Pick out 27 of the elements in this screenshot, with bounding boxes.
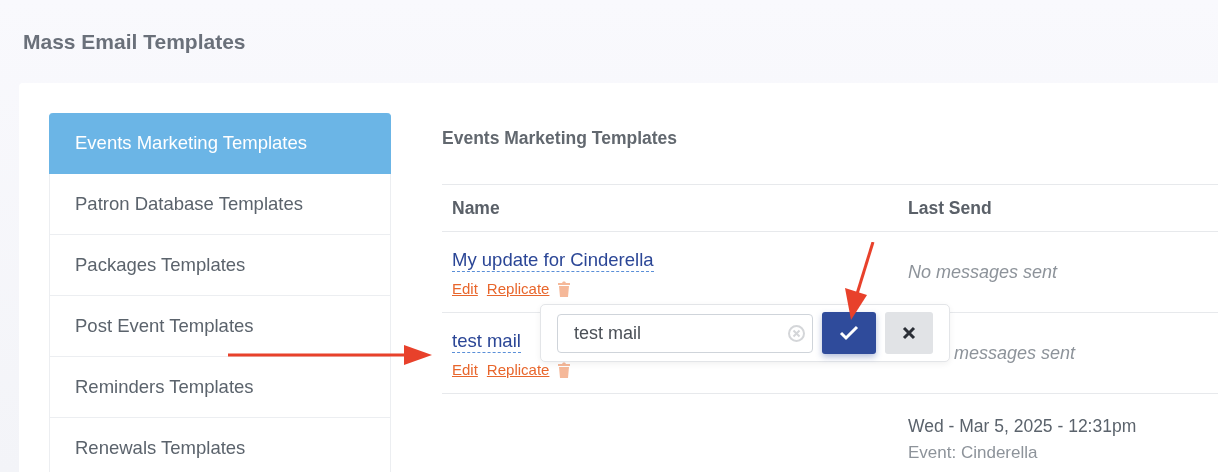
- last-send-date: Wed - Mar 5, 2025 - 12:31pm: [908, 415, 1138, 437]
- clear-icon[interactable]: [788, 324, 805, 342]
- close-icon: [902, 326, 917, 340]
- template-name-link[interactable]: test mail: [452, 330, 521, 353]
- trash-icon[interactable]: [558, 361, 571, 378]
- confirm-button[interactable]: [822, 312, 877, 354]
- column-header: Name: [451, 197, 501, 219]
- template-name-link[interactable]: My update for Cinderella: [452, 249, 654, 272]
- cancel-button[interactable]: [885, 312, 933, 354]
- sidebar-item[interactable]: Patron Database Templates: [49, 174, 391, 235]
- page-title: Mass Email Templates: [23, 29, 246, 54]
- action-link[interactable]: Edit: [452, 361, 478, 378]
- column-header: Last Send: [908, 197, 993, 219]
- action-link[interactable]: Replicate: [486, 280, 550, 297]
- trash-icon[interactable]: [558, 280, 571, 297]
- last-send-status: messages sent: [953, 342, 1077, 364]
- action-link[interactable]: Edit: [452, 280, 478, 297]
- rename-field[interactable]: test mail: [557, 313, 813, 353]
- last-send-status: No messages sent: [908, 261, 1059, 283]
- check-icon: [839, 325, 860, 341]
- action-link[interactable]: Replicate: [486, 361, 550, 378]
- section-title: Events Marketing Templates: [442, 128, 679, 150]
- sidebar-item[interactable]: Packages Templates: [49, 235, 391, 296]
- sidebar-item[interactable]: Post Event Templates: [49, 296, 391, 357]
- sidebar-item[interactable]: Renewals Templates: [49, 418, 391, 472]
- sidebar-item[interactable]: Reminders Templates: [49, 357, 391, 418]
- last-send-event: Event: Cinderella: [908, 442, 1039, 463]
